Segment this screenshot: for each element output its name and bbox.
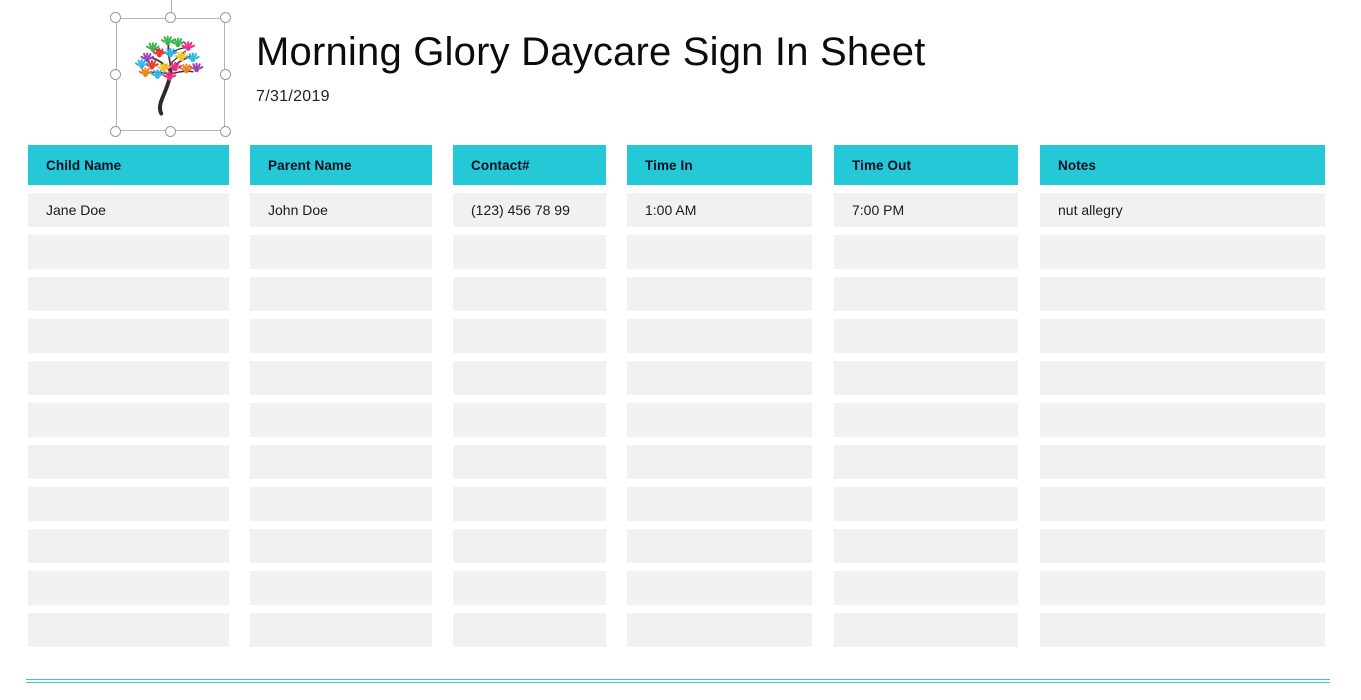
table-column-notes: Notes nut allegry <box>1040 145 1325 647</box>
table-cell[interactable] <box>453 361 606 395</box>
table-column-contact: Contact# (123) 456 78 99 <box>453 145 606 647</box>
table-cell[interactable] <box>1040 529 1325 563</box>
table-cell[interactable] <box>627 529 812 563</box>
table-column-child_name: Child Name Jane Doe <box>28 145 229 647</box>
table-cell[interactable] <box>453 319 606 353</box>
table-column-parent_name: Parent Name John Doe <box>250 145 432 647</box>
table-cell[interactable] <box>834 487 1018 521</box>
table-cell[interactable] <box>28 571 229 605</box>
table-cell[interactable] <box>453 235 606 269</box>
table-cell[interactable] <box>28 403 229 437</box>
table-cell[interactable] <box>834 445 1018 479</box>
table-cell[interactable] <box>453 487 606 521</box>
table-cell[interactable] <box>250 529 432 563</box>
table-cell[interactable] <box>627 319 812 353</box>
resize-handle-bottom-right[interactable] <box>220 126 231 137</box>
table-cell[interactable]: (123) 456 78 99 <box>453 193 606 227</box>
table-cell[interactable] <box>250 487 432 521</box>
resize-handle-top-left[interactable] <box>110 12 121 23</box>
table-cell[interactable] <box>627 277 812 311</box>
table-cell[interactable] <box>453 613 606 647</box>
table-cell[interactable]: nut allegry <box>1040 193 1325 227</box>
table-cell[interactable] <box>28 445 229 479</box>
table-cell[interactable] <box>28 361 229 395</box>
handprint-tree-icon <box>134 35 204 116</box>
table-cell[interactable] <box>627 361 812 395</box>
sheet-date[interactable]: 7/31/2019 <box>256 88 1256 106</box>
column-header-time_in[interactable]: Time In <box>627 145 812 185</box>
logo-image-object[interactable] <box>110 0 231 137</box>
table-cell[interactable] <box>627 487 812 521</box>
resize-handle-middle-left[interactable] <box>110 69 121 80</box>
table-cell[interactable] <box>627 571 812 605</box>
table-cell[interactable] <box>453 445 606 479</box>
resize-handle-top-right[interactable] <box>220 12 231 23</box>
table-cell[interactable] <box>834 571 1018 605</box>
table-cell[interactable] <box>627 445 812 479</box>
table-cell[interactable] <box>1040 571 1325 605</box>
table-cell[interactable] <box>1040 403 1325 437</box>
table-cell[interactable] <box>250 277 432 311</box>
table-column-time_out: Time Out 7:00 PM <box>834 145 1018 647</box>
page-title[interactable]: Morning Glory Daycare Sign In Sheet <box>256 30 1256 74</box>
column-header-child_name[interactable]: Child Name <box>28 145 229 185</box>
table-cell[interactable] <box>834 613 1018 647</box>
resize-handle-top-center[interactable] <box>165 12 176 23</box>
table-cell[interactable] <box>250 613 432 647</box>
table-cell[interactable] <box>834 529 1018 563</box>
table-column-time_in: Time In 1:00 AM <box>627 145 812 647</box>
table-cell[interactable] <box>250 361 432 395</box>
title-block: Morning Glory Daycare Sign In Sheet 7/31… <box>256 30 1256 106</box>
table-cell[interactable] <box>250 319 432 353</box>
table-cell[interactable] <box>28 235 229 269</box>
table-cell[interactable] <box>453 529 606 563</box>
table-cell[interactable] <box>28 613 229 647</box>
column-header-notes[interactable]: Notes <box>1040 145 1325 185</box>
table-cell[interactable] <box>627 613 812 647</box>
table-cell[interactable] <box>1040 445 1325 479</box>
table-cell[interactable] <box>250 445 432 479</box>
resize-handle-bottom-center[interactable] <box>165 126 176 137</box>
table-cell[interactable] <box>28 277 229 311</box>
resize-handle-bottom-left[interactable] <box>110 126 121 137</box>
column-header-contact[interactable]: Contact# <box>453 145 606 185</box>
table-cell[interactable]: 7:00 PM <box>834 193 1018 227</box>
table-cell[interactable]: 1:00 AM <box>627 193 812 227</box>
table-cell[interactable] <box>834 361 1018 395</box>
table-cell[interactable] <box>834 403 1018 437</box>
footer-accent-rule <box>26 679 1330 683</box>
table-cell[interactable] <box>28 529 229 563</box>
table-cell[interactable] <box>453 571 606 605</box>
table-cell[interactable] <box>28 487 229 521</box>
table-cell[interactable] <box>1040 361 1325 395</box>
resize-handle-middle-right[interactable] <box>220 69 231 80</box>
column-header-parent_name[interactable]: Parent Name <box>250 145 432 185</box>
table-cell[interactable] <box>834 319 1018 353</box>
table-cell[interactable] <box>1040 613 1325 647</box>
table-cell[interactable] <box>834 277 1018 311</box>
table-cell[interactable] <box>1040 235 1325 269</box>
table-cell[interactable] <box>250 571 432 605</box>
table-cell[interactable] <box>627 403 812 437</box>
table-cell[interactable] <box>627 235 812 269</box>
table-cell[interactable] <box>1040 487 1325 521</box>
table-cell[interactable]: John Doe <box>250 193 432 227</box>
table-cell[interactable] <box>250 403 432 437</box>
table-cell[interactable] <box>1040 319 1325 353</box>
table-cell[interactable] <box>453 403 606 437</box>
table-cell[interactable] <box>250 235 432 269</box>
table-cell[interactable] <box>834 235 1018 269</box>
table-cell[interactable]: Jane Doe <box>28 193 229 227</box>
table-cell[interactable] <box>1040 277 1325 311</box>
column-header-time_out[interactable]: Time Out <box>834 145 1018 185</box>
table-cell[interactable] <box>28 319 229 353</box>
table-cell[interactable] <box>453 277 606 311</box>
